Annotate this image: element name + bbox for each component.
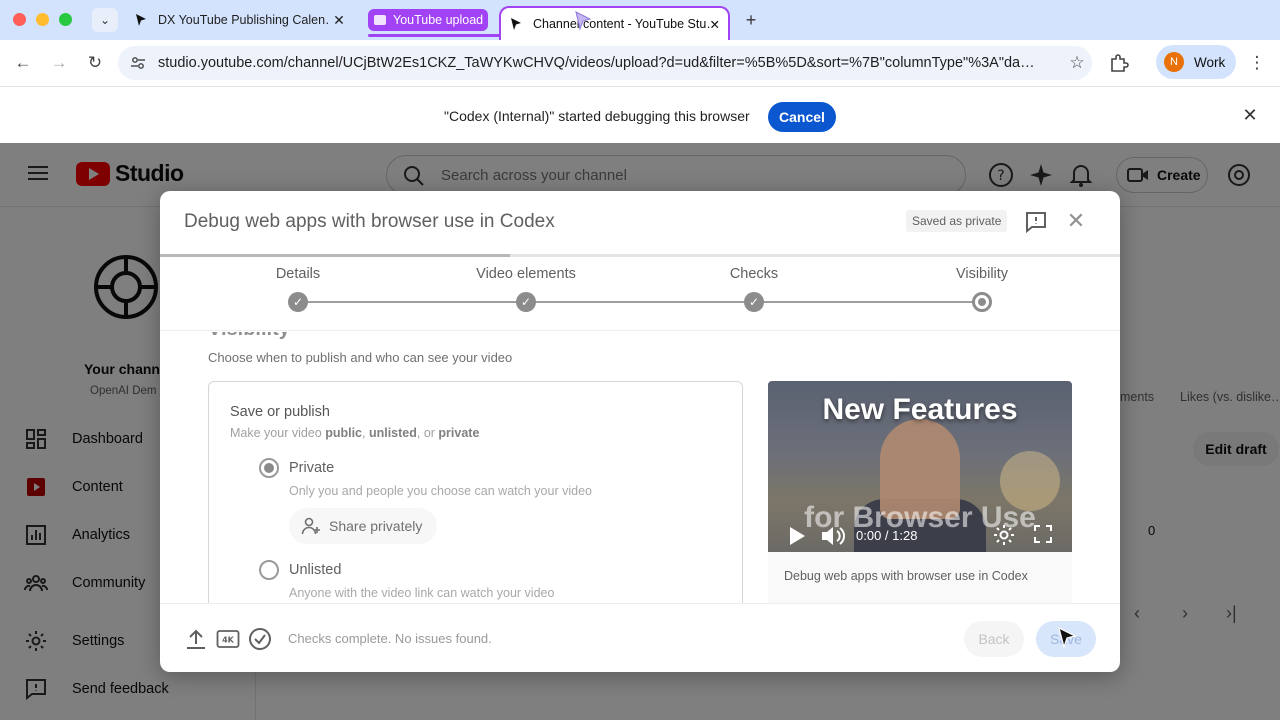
unlisted-description: Anyone with the video link can watch you…	[289, 586, 555, 600]
private-radio[interactable]	[259, 458, 279, 478]
video-preview-card: New Features for Browser Use 0:00 / 1:28…	[768, 381, 1072, 603]
step-done-check-icon[interactable]: ✓	[744, 292, 764, 312]
visibility-heading: Visibility	[208, 332, 290, 341]
add-person-icon	[301, 517, 320, 535]
reload-icon[interactable]: ↻	[84, 52, 106, 74]
close-dialog-icon[interactable]: ✕	[1064, 208, 1088, 234]
cursor-favicon-icon	[136, 14, 146, 26]
back-button[interactable]: Back	[964, 621, 1024, 657]
mouse-cursor-icon	[1058, 626, 1077, 650]
new-tab-button[interactable]: +	[740, 9, 762, 31]
close-tab-icon[interactable]: ✕	[330, 12, 348, 29]
fullscreen-icon[interactable]	[1032, 523, 1054, 545]
private-description: Only you and people you choose can watch…	[289, 484, 592, 498]
step-label-video-elements[interactable]: Video elements	[446, 266, 606, 282]
tab-group-label: YouTube upload	[393, 13, 484, 27]
unlisted-label[interactable]: Unlisted	[289, 562, 341, 578]
tab-title: DX YouTube Publishing Calen…	[158, 13, 330, 27]
address-bar[interactable]: studio.youtube.com/channel/UCjBtW2Es1CKZ…	[118, 46, 1092, 80]
site-settings-icon[interactable]	[130, 55, 146, 71]
close-window-button[interactable]	[13, 13, 26, 26]
share-privately-button[interactable]: Share privately	[289, 508, 437, 544]
dialog-title: Debug web apps with browser use in Codex	[184, 211, 555, 232]
tab-title: Channel content - YouTube Stu…	[533, 17, 710, 31]
tab-search-button[interactable]: ⌄	[92, 8, 118, 32]
tab-publishing-calendar[interactable]: DX YouTube Publishing Calen… ✕	[126, 7, 356, 33]
browser-menu-icon[interactable]: ⋮	[1248, 52, 1266, 74]
mouse-cursor-icon	[575, 11, 592, 31]
step-label-visibility[interactable]: Visibility	[902, 266, 1062, 282]
private-label[interactable]: Private	[289, 460, 334, 476]
step-done-check-icon[interactable]: ✓	[516, 292, 536, 312]
video-time: 0:00 / 1:28	[856, 528, 918, 543]
step-label-details[interactable]: Details	[218, 266, 378, 282]
svg-text:4K: 4K	[222, 636, 235, 645]
avatar: N	[1164, 52, 1184, 72]
dialog-body: Visibility Choose when to publish and wh…	[160, 332, 1120, 603]
stepper-line	[298, 301, 982, 303]
upload-arrow-icon[interactable]	[184, 627, 208, 651]
card-subtitle: Make your video public, unlisted, or pri…	[230, 426, 480, 440]
extensions-puzzle-icon[interactable]	[1108, 52, 1130, 74]
minimize-window-button[interactable]	[36, 13, 49, 26]
preview-video-title: Debug web apps with browser use in Codex	[784, 569, 1028, 583]
maximize-window-button[interactable]	[59, 13, 72, 26]
profile-button[interactable]: N Work	[1156, 45, 1236, 79]
checks-complete-icon[interactable]	[248, 627, 272, 651]
visibility-subtitle: Choose when to publish and who can see y…	[208, 350, 513, 365]
upload-stepper: Details Video elements Checks Visibility…	[160, 257, 1120, 331]
tab-channel-content[interactable]: Channel content - YouTube Stu… ✕	[499, 6, 730, 40]
step-done-check-icon[interactable]: ✓	[288, 292, 308, 312]
hd-quality-icon[interactable]: 4K	[216, 627, 240, 651]
cursor-favicon-icon	[511, 18, 521, 30]
infobar-message: "Codex (Internal)" started debugging thi…	[444, 108, 750, 124]
tab-group-icon	[374, 15, 386, 25]
video-controls: 0:00 / 1:28	[768, 519, 1072, 552]
tab-group-chip[interactable]: YouTube upload	[368, 9, 488, 31]
video-settings-gear-icon[interactable]	[992, 523, 1016, 547]
report-feedback-icon[interactable]	[1024, 210, 1048, 234]
step-current-indicator-icon[interactable]	[972, 292, 992, 312]
debugging-infobar: "Codex (Internal)" started debugging thi…	[0, 86, 1280, 143]
save-or-publish-card: Save or publish Make your video public, …	[208, 381, 743, 603]
cancel-debugging-button[interactable]: Cancel	[768, 102, 836, 132]
play-icon[interactable]	[788, 526, 806, 546]
profile-label: Work	[1194, 54, 1226, 70]
step-label-checks[interactable]: Checks	[674, 266, 834, 282]
close-tab-icon[interactable]: ✕	[710, 17, 720, 32]
video-overlay-title: New Features	[822, 393, 1018, 426]
dialog-footer: 4K Checks complete. No issues found. Bac…	[160, 603, 1120, 672]
tab-strip: ⌄ DX YouTube Publishing Calen… ✕ YouTube…	[0, 0, 1280, 40]
saved-status-badge: Saved as private	[906, 210, 1008, 232]
back-arrow-icon[interactable]: ←	[12, 52, 34, 74]
forward-arrow-icon[interactable]: →	[48, 52, 70, 74]
upload-dialog: Debug web apps with browser use in Codex…	[160, 191, 1120, 672]
card-title: Save or publish	[230, 404, 330, 420]
volume-icon[interactable]	[820, 525, 846, 547]
share-privately-label: Share privately	[329, 518, 423, 534]
close-infobar-icon[interactable]: ✕	[1240, 104, 1260, 126]
browser-toolbar: ← → ↻ studio.youtube.com/channel/UCjBtW2…	[0, 40, 1280, 86]
checks-status-text: Checks complete. No issues found.	[288, 631, 492, 646]
unlisted-radio[interactable]	[259, 560, 279, 580]
url-text: studio.youtube.com/channel/UCjBtW2Es1CKZ…	[158, 55, 1035, 71]
video-player[interactable]: New Features for Browser Use 0:00 / 1:28	[768, 381, 1072, 552]
bookmark-star-icon[interactable]: ☆	[1062, 53, 1092, 73]
